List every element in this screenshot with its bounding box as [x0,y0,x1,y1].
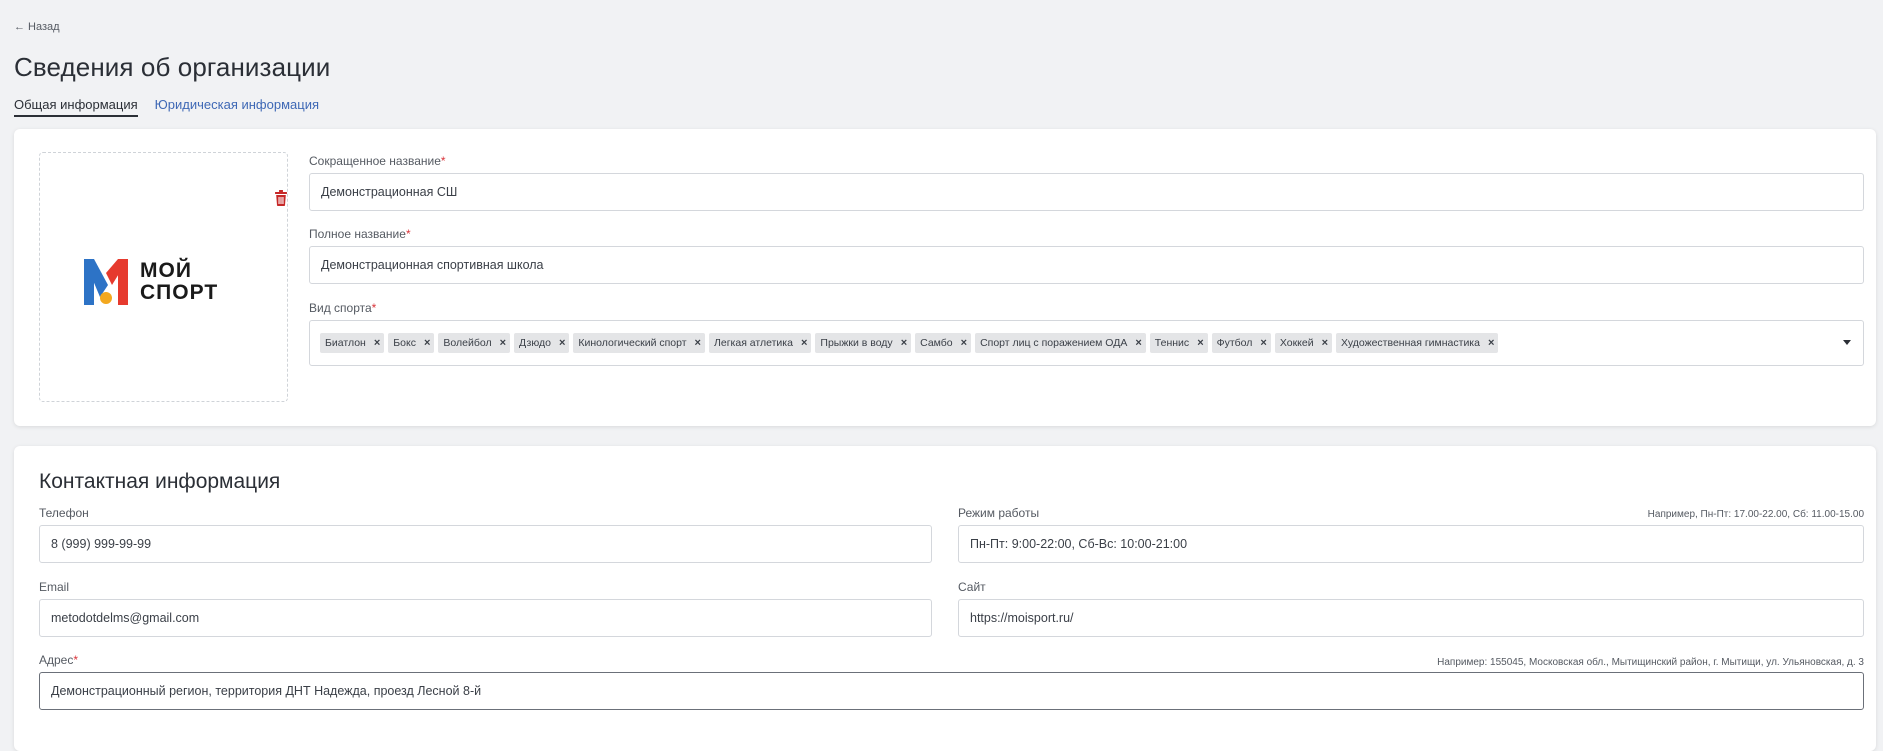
sport-tag: Волейбол × [438,333,511,353]
remove-tag-icon[interactable]: × [374,337,380,349]
tab-general-info[interactable]: Общая информация [14,97,138,117]
remove-tag-icon[interactable]: × [961,337,967,349]
page-title: Сведения об организации [14,52,331,82]
sport-tag: Спорт лиц с поражением ОДА × [975,333,1146,353]
general-info-card: МОЙ СПОРТ Сокращенное название* Демонстр… [14,129,1876,426]
sport-tag: Кинологический спорт × [573,333,705,353]
site-label: Сайт [958,580,986,594]
phone-input[interactable]: 8 (999) 999-99-99 [39,525,932,563]
address-hint: Например: 155045, Московская обл., Мытищ… [1437,657,1864,668]
contacts-card: Контактная информация Телефон 8 (999) 99… [14,446,1876,751]
email-input[interactable]: metodotdelms@gmail.com [39,599,932,637]
chevron-down-icon[interactable] [1843,340,1851,345]
sport-tag: Теннис × [1149,333,1208,353]
schedule-label: Режим работы [958,506,1040,520]
schedule-hint: Например, Пн-Пт: 17.00-22.00, Сб: 11.00-… [1647,509,1864,520]
sport-type-multiselect[interactable]: Биатлон × Бокс × Волейбол × Дзюдо × Кинологи… [309,320,1864,366]
remove-tag-icon[interactable]: × [1135,337,1141,349]
logo-upload-area[interactable]: МОЙ СПОРТ [39,152,288,402]
short-name-input[interactable]: Демонстрационная СШ [309,173,1864,211]
remove-tag-icon[interactable]: × [695,337,701,349]
sport-tag: Прыжки в воду × [815,333,912,353]
sport-tag: Хоккей × [1274,333,1333,353]
remove-tag-icon[interactable]: × [500,337,506,349]
sport-tag: Бокс × [388,333,435,353]
logo-text-line1: МОЙ [140,259,192,282]
address-label: Адрес* [39,653,79,667]
full-name-input[interactable]: Демонстрационная спортивная школа [309,246,1864,284]
remove-tag-icon[interactable]: × [901,337,907,349]
brand-logo-mark-icon [84,259,128,305]
sport-type-label: Вид спорта* [309,301,377,315]
email-label: Email [39,580,70,594]
remove-tag-icon[interactable]: × [1322,337,1328,349]
remove-tag-icon[interactable]: × [424,337,430,349]
remove-tag-icon[interactable]: × [1488,337,1494,349]
sport-tag: Легкая атлетика × [708,333,812,353]
address-input[interactable]: Демонстрационный регион, территория ДНТ … [39,672,1864,710]
remove-tag-icon[interactable]: × [1260,337,1266,349]
remove-tag-icon[interactable]: × [1197,337,1203,349]
full-name-label: Полное название* [309,227,411,241]
remove-tag-icon[interactable]: × [559,337,565,349]
sport-tag: Самбо × [915,333,972,353]
contacts-section-title: Контактная информация [39,470,281,493]
sport-tag: Художественная гимнастика × [1336,333,1499,353]
remove-tag-icon[interactable]: × [801,337,807,349]
short-name-label: Сокращенное название* [309,154,446,168]
phone-label: Телефон [39,506,89,520]
tabs: Общая информация Юридическая информация [14,97,319,117]
sport-tag: Дзюдо × [514,333,570,353]
back-link[interactable]: ← Назад [14,21,60,33]
tab-legal-info[interactable]: Юридическая информация [155,97,319,117]
sport-tag: Футбол × [1211,333,1271,353]
site-input[interactable]: https://moisport.ru/ [958,599,1864,637]
schedule-input[interactable]: Пн-Пт: 9:00-22:00, Сб-Вс: 10:00-21:00 [958,525,1864,563]
logo-text-line2: СПОРТ [140,281,219,304]
trash-icon[interactable] [274,190,288,206]
sport-tag: Биатлон × [320,333,385,353]
brand-logo: МОЙ СПОРТ [84,259,218,305]
